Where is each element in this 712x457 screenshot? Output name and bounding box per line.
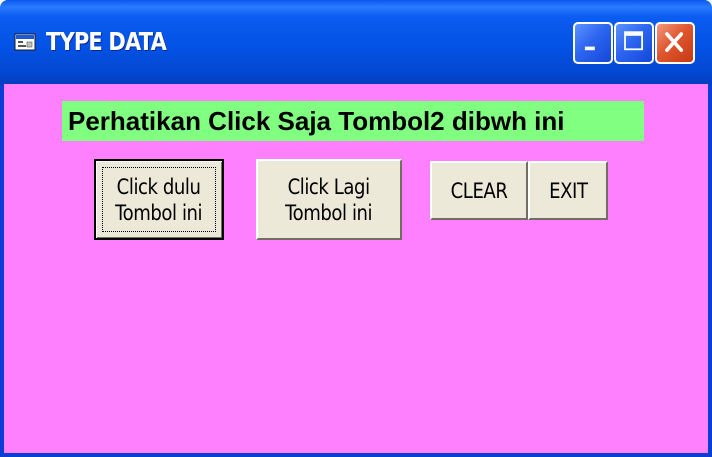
maximize-button[interactable] <box>614 22 654 64</box>
maximize-icon <box>624 31 643 51</box>
app-window: TYPE DATA Perhatikan Click Saja Tombol2 … <box>0 0 712 457</box>
close-button[interactable] <box>655 22 695 64</box>
window-title: TYPE DATA <box>46 27 167 56</box>
clear-button-label: CLEAR <box>450 178 508 203</box>
form-icon <box>14 33 36 51</box>
minimize-icon <box>584 46 595 51</box>
click-first-button[interactable]: Click dulu Tombol ini <box>94 159 224 240</box>
click-again-button-label: Click Lagi Tombol ini <box>285 174 373 225</box>
form-client-area: Perhatikan Click Saja Tombol2 dibwh ini … <box>4 84 708 453</box>
exit-button[interactable]: EXIT <box>528 161 608 220</box>
close-icon <box>665 32 684 52</box>
title-bar[interactable]: TYPE DATA <box>0 0 712 84</box>
click-again-button[interactable]: Click Lagi Tombol ini <box>256 159 402 240</box>
clear-button[interactable]: CLEAR <box>430 161 528 220</box>
click-first-button-label: Click dulu Tombol ini <box>115 174 203 225</box>
minimize-button[interactable] <box>573 22 613 64</box>
exit-button-label: EXIT <box>548 178 588 203</box>
instruction-label: Perhatikan Click Saja Tombol2 dibwh ini <box>62 101 644 141</box>
